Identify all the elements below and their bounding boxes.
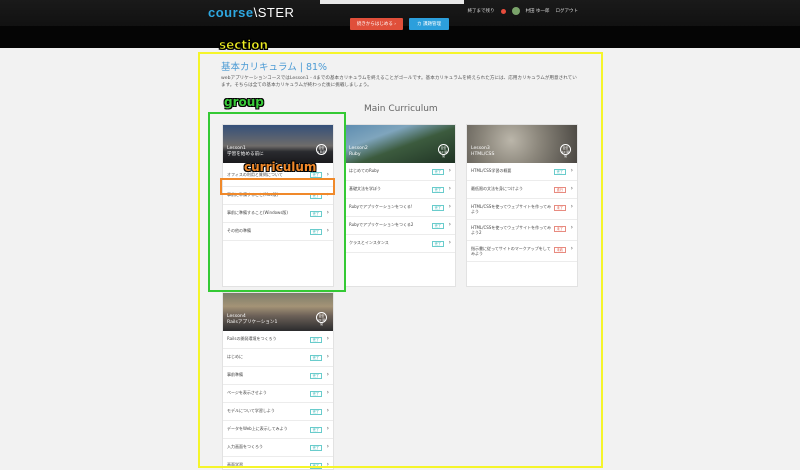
user-area: 終了まで残り 村田 ゆ一郎 ログアウト	[468, 7, 578, 15]
top-progress-strip	[320, 0, 464, 4]
logo-part-course: course	[208, 5, 254, 20]
group-annotation-box	[208, 112, 346, 292]
top-header: course\STER 終了まで残り 村田 ゆ一郎 ログアウト 続きからはじめる…	[0, 0, 800, 48]
user-name[interactable]: 村田 ゆ一郎	[526, 8, 550, 14]
curriculum-annotation-box	[220, 178, 335, 195]
curriculum-annotation-label: curriculum	[244, 160, 317, 174]
task-manage-button[interactable]: カ 課題管理	[409, 18, 449, 30]
avatar[interactable]	[511, 7, 520, 15]
section-annotation-label: section	[219, 38, 269, 53]
group-annotation-label: group	[224, 95, 264, 109]
remaining-link[interactable]: 終了まで残り	[468, 8, 495, 14]
logout-link[interactable]: ログアウト	[556, 8, 579, 14]
logo-part-master: \STER	[253, 5, 295, 20]
notification-badge-icon[interactable]	[500, 8, 506, 14]
continue-button[interactable]: 続きからはじめる ›	[350, 18, 403, 30]
logo[interactable]: course\STER	[208, 5, 294, 20]
